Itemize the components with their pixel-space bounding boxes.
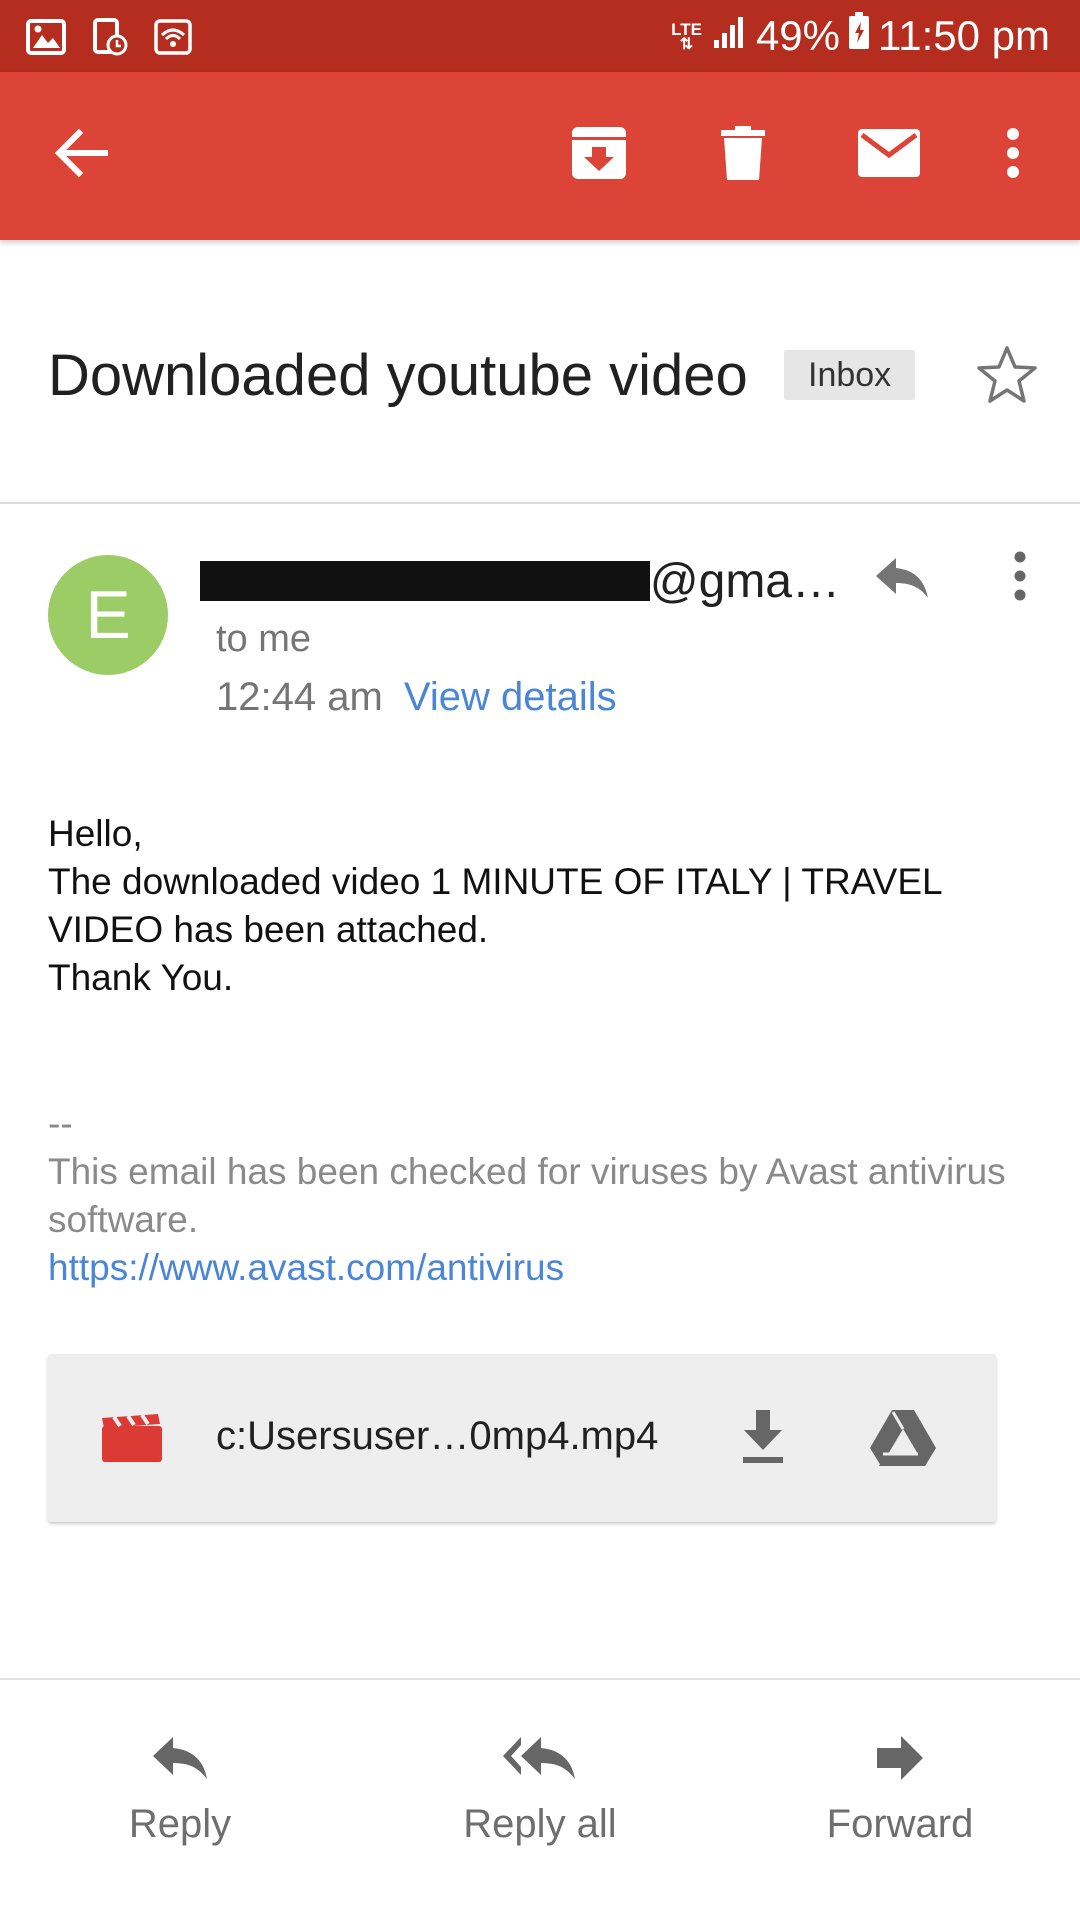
reply-label: Reply — [128, 1802, 232, 1846]
timestamp-line: 12:44 am View details — [216, 675, 617, 720]
forward-button[interactable]: Forward — [750, 1728, 1050, 1888]
battery-percent: 49% — [755, 12, 840, 59]
notification-icons — [26, 18, 192, 61]
mark-unread-button[interactable] — [846, 112, 932, 198]
star-icon — [976, 345, 1038, 410]
reply-icon — [151, 1728, 209, 1788]
status-right: LTE ⇅ 49% 11:50 pm — [671, 8, 1050, 64]
more-vert-icon — [1005, 127, 1021, 184]
save-to-drive-button[interactable] — [858, 1396, 948, 1482]
battery-icon — [848, 8, 870, 64]
google-drive-icon — [870, 1408, 936, 1471]
image-icon — [26, 19, 66, 60]
status-time: 11:50 pm — [878, 12, 1050, 59]
screenshot-icon — [92, 18, 128, 61]
view-details-link[interactable]: View details — [404, 675, 617, 719]
archive-icon — [570, 125, 628, 186]
recipient-line: to me — [216, 618, 312, 660]
email-time: 12:44 am — [216, 675, 383, 719]
more-options-button[interactable] — [970, 112, 1056, 198]
signature-separator: -- — [48, 1103, 73, 1144]
star-button[interactable] — [970, 340, 1044, 414]
back-arrow-icon — [53, 127, 109, 184]
bottom-actions: Reply Reply all Forward — [0, 1678, 1080, 1920]
subject-header: Downloaded youtube video Inbox — [0, 240, 1080, 504]
redacted-sender — [200, 561, 650, 601]
body-greeting: Hello, — [48, 813, 143, 854]
reply-icon-button[interactable] — [862, 548, 942, 612]
reply-all-icon — [503, 1728, 577, 1788]
signal-icon — [712, 8, 748, 64]
body-line: The downloaded video 1 MINUTE OF ITALY |… — [48, 861, 942, 950]
sender-avatar[interactable]: E — [48, 555, 168, 675]
attachment-filename: c:Usersuser…0mp4.mp4 — [216, 1414, 659, 1458]
attachment-card[interactable]: c:Usersuser…0mp4.mp4 — [48, 1354, 996, 1522]
reply-button[interactable]: Reply — [30, 1728, 330, 1888]
reply-icon — [874, 556, 930, 605]
delete-button[interactable] — [700, 112, 786, 198]
reply-all-label: Reply all — [463, 1802, 617, 1846]
status-bar: LTE ⇅ 49% 11:50 pm — [0, 0, 1080, 72]
delete-icon — [721, 125, 765, 185]
app-toolbar — [0, 72, 1080, 240]
signature-text: This email has been checked for viruses … — [48, 1151, 1006, 1240]
inbox-label-badge[interactable]: Inbox — [784, 350, 916, 400]
email-body: Hello, The downloaded video 1 MINUTE OF … — [48, 810, 1038, 1002]
body-closing: Thank You. — [48, 957, 234, 998]
archive-button[interactable] — [556, 112, 642, 198]
avast-link[interactable]: https://www.avast.com/antivirus — [48, 1244, 1038, 1292]
back-button[interactable] — [38, 112, 124, 198]
email-signature: -- This email has been checked for virus… — [48, 1100, 1038, 1292]
message-more-button[interactable] — [990, 545, 1050, 611]
video-file-icon — [100, 1413, 164, 1469]
sender-address[interactable]: @gma… — [200, 554, 840, 608]
reply-all-button[interactable]: Reply all — [390, 1728, 690, 1888]
download-icon — [741, 1409, 785, 1469]
forward-label: Forward — [826, 1802, 974, 1846]
network-type: LTE ⇅ — [671, 19, 702, 53]
more-vert-icon — [1013, 551, 1027, 606]
mark-unread-icon — [858, 128, 920, 182]
wifi-icon — [154, 19, 192, 60]
email-subject: Downloaded youtube video — [48, 343, 748, 408]
download-attachment-button[interactable] — [718, 1396, 808, 1482]
sender-domain: @gma… — [649, 554, 840, 608]
forward-icon — [875, 1728, 925, 1788]
